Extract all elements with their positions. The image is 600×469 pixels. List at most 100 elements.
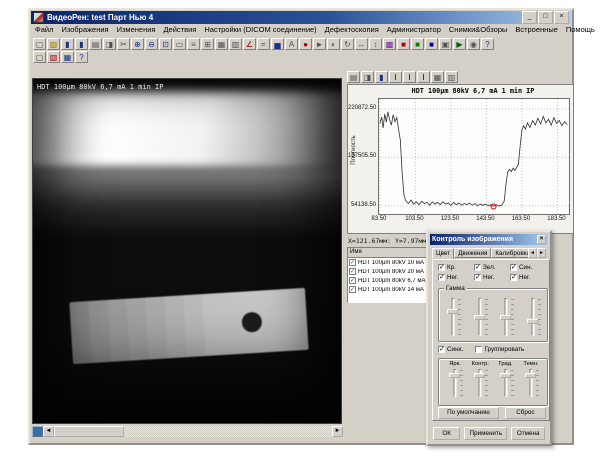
slider-thumb[interactable] bbox=[500, 315, 511, 320]
group-checkbox[interactable]: Группировать bbox=[475, 346, 524, 353]
rotate-icon[interactable]: ↻ bbox=[341, 38, 354, 50]
brightness-slider[interactable] bbox=[449, 368, 461, 398]
slider-thumb[interactable] bbox=[449, 373, 460, 378]
report-icon[interactable]: ▢ bbox=[33, 51, 46, 63]
layout-icon[interactable]: ▦ bbox=[61, 51, 74, 63]
green-channel-icon[interactable]: ■ bbox=[411, 38, 424, 50]
minimize-button[interactable]: _ bbox=[522, 11, 537, 24]
ok-button[interactable]: ОК bbox=[433, 427, 460, 440]
gamma-all-slider[interactable] bbox=[447, 297, 459, 337]
context-help-icon[interactable]: ? bbox=[75, 51, 88, 63]
tab-color[interactable]: Цвет bbox=[432, 248, 454, 259]
grid-toggle-icon[interactable]: ▦ bbox=[431, 71, 444, 83]
neg-blue-checkbox[interactable]: ✓Нег. bbox=[510, 274, 546, 281]
sync-checkbox[interactable]: ✓Синх. bbox=[438, 346, 463, 353]
profile-icon[interactable]: ≈ bbox=[257, 38, 270, 50]
print-icon[interactable]: ▤ bbox=[89, 38, 102, 50]
dialog-titlebar[interactable]: Контроль изображения × bbox=[430, 234, 548, 245]
scroll-right-button[interactable]: ► bbox=[332, 426, 343, 437]
gamma-green-slider[interactable] bbox=[500, 297, 512, 337]
help-icon[interactable]: ? bbox=[481, 38, 494, 50]
histogram-icon[interactable]: ▅ bbox=[271, 38, 284, 50]
copy-icon[interactable]: ◨ bbox=[103, 38, 116, 50]
row-checkbox[interactable]: ✓ bbox=[349, 277, 356, 284]
menu-edit[interactable]: Изменения bbox=[117, 25, 156, 34]
pointer-icon[interactable]: ► bbox=[313, 38, 326, 50]
list-item[interactable]: ✓HDT 100µm 80kV 10 мА 1 min IP bbox=[348, 258, 428, 267]
slider-thumb[interactable] bbox=[525, 373, 536, 378]
tab-motion[interactable]: Движения bbox=[454, 248, 491, 258]
menu-administrator[interactable]: Администратор bbox=[387, 25, 441, 34]
marker-center-icon[interactable]: Ι bbox=[403, 71, 416, 83]
print-profile-icon[interactable]: ▤ bbox=[347, 71, 360, 83]
list-item[interactable]: ✓HDT 100µm 80kV 14 мА 1 min IP bbox=[348, 285, 428, 294]
new-icon[interactable]: ▢ bbox=[33, 38, 46, 50]
reset-button[interactable]: Сброс bbox=[505, 407, 546, 419]
panel-splitter[interactable] bbox=[343, 70, 346, 421]
blue-checkbox[interactable]: ✓Син. bbox=[510, 264, 546, 271]
red-checkbox[interactable]: ✓Кр. bbox=[438, 264, 474, 271]
red-channel-icon[interactable]: ■ bbox=[397, 38, 410, 50]
menu-file[interactable]: Файл bbox=[35, 25, 53, 34]
scroll-thumb[interactable] bbox=[54, 426, 124, 437]
close-button[interactable]: × bbox=[554, 11, 569, 24]
marker-left-icon[interactable]: Ι bbox=[389, 71, 402, 83]
save-profile-icon[interactable]: ▮ bbox=[375, 71, 388, 83]
overview-button[interactable] bbox=[32, 426, 43, 437]
scroll-track[interactable] bbox=[54, 426, 332, 437]
menu-snapshots[interactable]: Снимки&Обзоры bbox=[449, 25, 507, 34]
save-icon[interactable]: ▮ bbox=[61, 38, 74, 50]
marker-icon[interactable]: ● bbox=[299, 38, 312, 50]
text-annotation-icon[interactable]: A bbox=[285, 38, 298, 50]
negative-icon[interactable]: ◐ bbox=[327, 38, 340, 50]
table-view-icon[interactable]: ▥ bbox=[445, 71, 458, 83]
gradient-slider[interactable] bbox=[500, 368, 512, 398]
scroll-left-button[interactable]: ◄ bbox=[43, 426, 54, 437]
gamma-red-slider[interactable] bbox=[474, 297, 486, 337]
menu-builtin[interactable]: Встроенные bbox=[515, 25, 558, 34]
neg-green-checkbox[interactable]: ✓Нег. bbox=[474, 274, 510, 281]
open-icon[interactable]: ▨ bbox=[47, 38, 60, 50]
acquisition-icon[interactable]: ▧ bbox=[47, 51, 60, 63]
menu-defectoscopy[interactable]: Дефектоскопия bbox=[325, 25, 379, 34]
capture-icon[interactable]: ◉ bbox=[467, 38, 480, 50]
zoom-region-icon[interactable]: ⊡ bbox=[159, 38, 172, 50]
cascade-windows-icon[interactable]: ▦ bbox=[215, 38, 228, 50]
menu-actions[interactable]: Действия bbox=[163, 25, 196, 34]
database-icon[interactable]: ▥ bbox=[229, 38, 242, 50]
window-titlebar[interactable]: ВидеоРен: test Парт Нью 4 _ □ × bbox=[31, 11, 571, 24]
apply-button[interactable]: Применить bbox=[464, 427, 507, 440]
default-button[interactable]: По умолчанию bbox=[438, 407, 499, 419]
menu-images[interactable]: Изображения bbox=[61, 25, 108, 34]
slider-thumb[interactable] bbox=[527, 319, 538, 324]
slider-thumb[interactable] bbox=[447, 309, 458, 314]
slider-thumb[interactable] bbox=[500, 373, 511, 378]
gamma-blue-slider[interactable] bbox=[527, 297, 539, 337]
cut-icon[interactable]: ✂ bbox=[117, 38, 130, 50]
row-checkbox[interactable]: ✓ bbox=[349, 286, 356, 293]
neg-red-checkbox[interactable]: ✓Нег. bbox=[438, 274, 474, 281]
list-item[interactable]: ✓HDT 100µm 80kV 6,7 мА 1 min IP bbox=[348, 276, 428, 285]
actual-size-icon[interactable]: ≡ bbox=[187, 38, 200, 50]
movie-icon[interactable]: ▶ bbox=[453, 38, 466, 50]
slider-thumb[interactable] bbox=[474, 315, 485, 320]
row-checkbox[interactable]: ✓ bbox=[349, 268, 356, 275]
tile-windows-icon[interactable]: ⊞ bbox=[201, 38, 214, 50]
flip-vertical-icon[interactable]: ↕ bbox=[369, 38, 382, 50]
ruler-icon[interactable]: ∠ bbox=[243, 38, 256, 50]
zoom-in-icon[interactable]: ⊕ bbox=[131, 38, 144, 50]
dialog-close-button[interactable]: × bbox=[537, 235, 546, 244]
marker-right-icon[interactable]: Ι bbox=[417, 71, 430, 83]
tab-scroll-right-button[interactable]: ► bbox=[537, 248, 546, 258]
contrast-slider[interactable] bbox=[474, 368, 486, 398]
menu-settings[interactable]: Настройки (DICOM соединение) bbox=[204, 25, 316, 34]
chart-area[interactable] bbox=[378, 98, 570, 215]
slider-thumb[interactable] bbox=[474, 373, 485, 378]
flip-horizontal-icon[interactable]: ↔ bbox=[355, 38, 368, 50]
tab-scroll-left-button[interactable]: ◄ bbox=[528, 248, 537, 258]
palette-icon[interactable]: ▩ bbox=[383, 38, 396, 50]
dark-slider[interactable] bbox=[525, 368, 537, 398]
row-checkbox[interactable]: ✓ bbox=[349, 259, 356, 266]
fit-window-icon[interactable]: ▭ bbox=[173, 38, 186, 50]
copy-profile-icon[interactable]: ◨ bbox=[361, 71, 374, 83]
